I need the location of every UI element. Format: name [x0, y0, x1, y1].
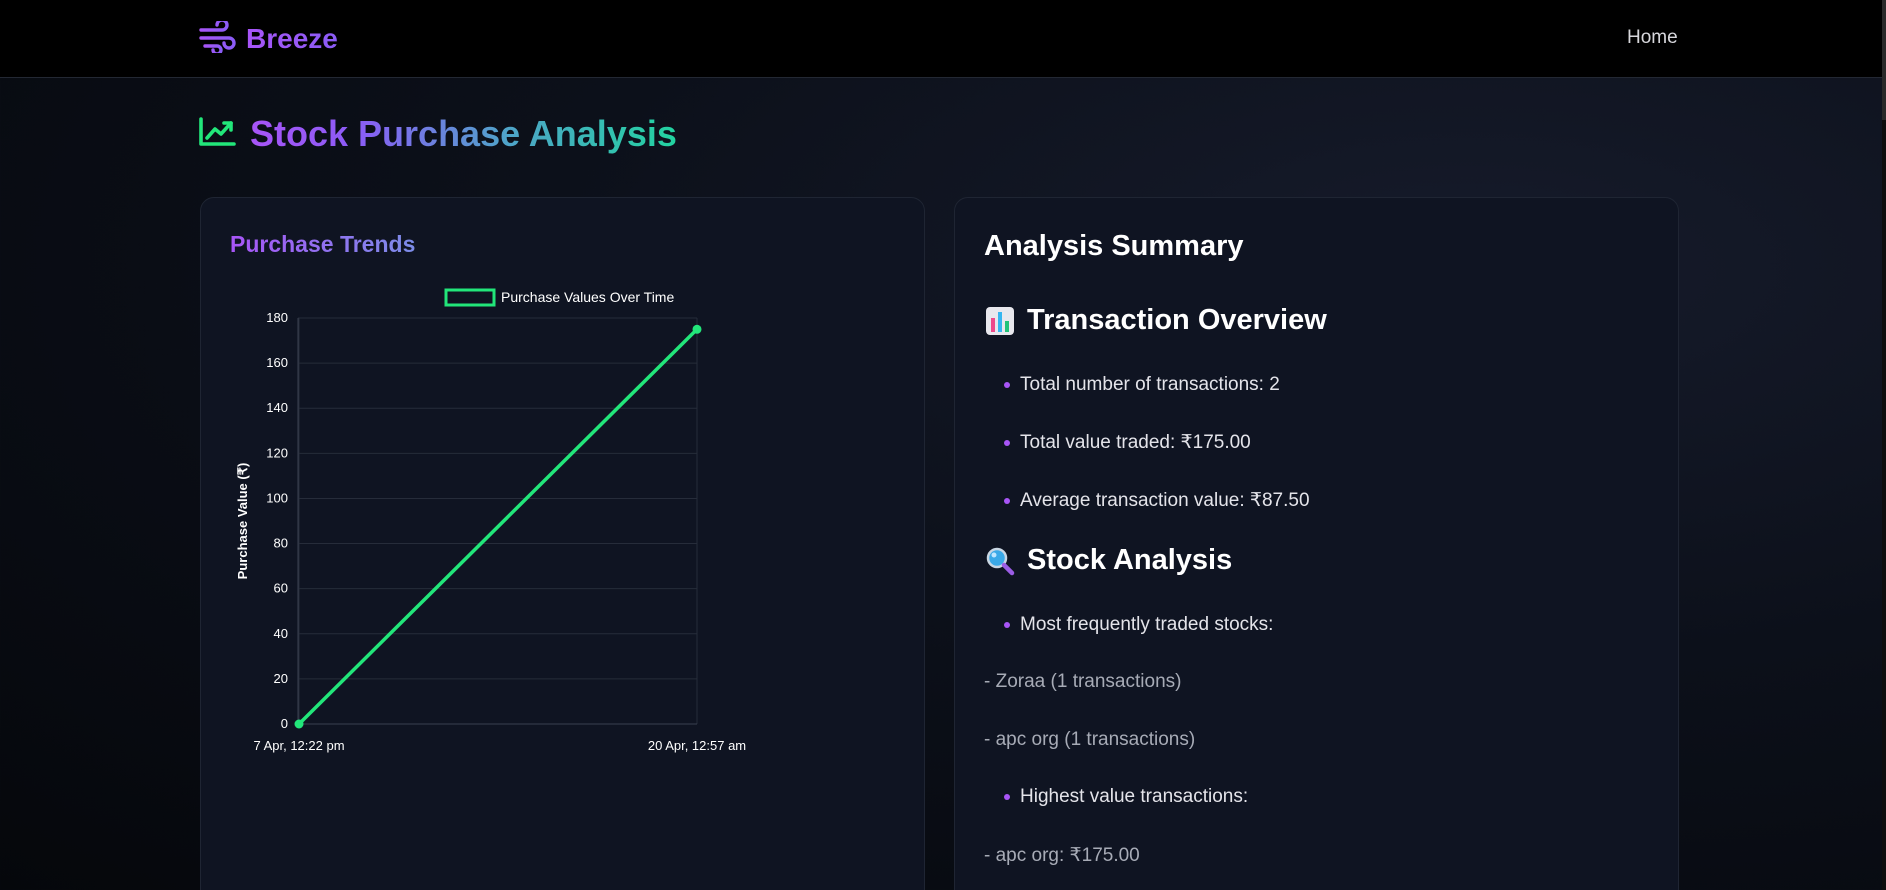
brand-name: Breeze: [246, 23, 338, 54]
overview-average-value: Average transaction value: ₹87.50: [1020, 490, 1310, 511]
y-tick-label: 180: [266, 310, 288, 325]
y-tick-label: 140: [266, 400, 288, 415]
analysis-summary-card: Analysis Summary Transaction Overview To…: [954, 197, 1679, 890]
nav-link-home[interactable]: Home: [1627, 27, 1678, 49]
y-tick-label: 120: [266, 445, 288, 460]
x-tick-label: 7 Apr, 12:22 pm: [253, 738, 344, 753]
page-title-text: Stock Purchase Analysis: [250, 113, 677, 154]
bullet-dot: [1004, 622, 1010, 628]
series-line: [297, 327, 699, 726]
frequent-stock-apc-org: - apc org (1 transactions): [984, 729, 1196, 750]
list-item: Highest value transactions:: [1004, 786, 1248, 808]
scrollbar-track[interactable]: [1882, 0, 1886, 890]
y-tick-label: 0: [281, 716, 288, 731]
list-item: Total number of transactions: 2: [1004, 374, 1280, 396]
highest-value-label: Highest value transactions:: [1020, 786, 1249, 807]
stock-analysis-heading: Stock Analysis: [985, 544, 1232, 577]
list-item: Total value traded: ₹175.00: [1004, 431, 1251, 454]
bullet-dot: [1004, 439, 1010, 446]
legend-swatch: [444, 288, 496, 307]
x-tick-label: 20 Apr, 12:57 am: [648, 738, 746, 753]
list-item: Most frequently traded stocks:: [1004, 614, 1273, 636]
transaction-overview-heading: Transaction Overview: [985, 304, 1327, 337]
analysis-summary-title: Analysis Summary: [984, 230, 1244, 262]
transaction-overview-text: Transaction Overview: [1027, 304, 1327, 336]
purchase-trends-card: Purchase Trends 0 20 40 60 80 100 120 140 160 180…: [200, 197, 925, 890]
data-point: [294, 719, 304, 729]
y-tick-label: 60: [274, 581, 288, 596]
overview-total-transactions: Total number of transactions: 2: [1020, 374, 1280, 395]
bullet-dot: [1004, 497, 1010, 504]
legend-label: Purchase Values Over Time: [501, 289, 674, 305]
y-tick-label: 160: [266, 355, 288, 370]
bar-chart-emoji-icon: [985, 306, 1015, 336]
chart-line-icon: [198, 116, 236, 152]
navbar: Breeze Home: [0, 0, 1882, 78]
frequent-stocks-label: Most frequently traded stocks:: [1020, 614, 1274, 635]
stock-analysis-text: Stock Analysis: [1027, 544, 1233, 576]
y-tick-label: 80: [274, 536, 288, 551]
bullet-dot: [1004, 794, 1010, 800]
scrollbar-thumb[interactable]: [1882, 0, 1886, 120]
purchase-trends-chart[interactable]: 0 20 40 60 80 100 120 140 160 180 7 Apr, 12:22 pm 2…: [201, 198, 926, 818]
frequent-stock-zoraa: - Zoraa (1 transactions): [984, 671, 1182, 692]
y-tick-label: 20: [274, 671, 288, 686]
highest-value-apc-org: - apc org: ₹175.00: [984, 845, 1140, 866]
overview-total-value: Total value traded: ₹175.00: [1020, 432, 1251, 453]
bullet-dot: [1004, 382, 1010, 388]
y-tick-label: 100: [266, 490, 288, 505]
y-tick-label: 40: [274, 626, 288, 641]
data-point: [692, 324, 702, 334]
y-axis-label: Purchase Value (₹): [235, 463, 250, 580]
list-item: Average transaction value: ₹87.50: [1004, 489, 1310, 512]
page-title: Stock Purchase Analysis: [198, 113, 677, 155]
brand-logo[interactable]: Breeze: [198, 17, 338, 58]
magnifier-emoji-icon: [985, 546, 1015, 576]
wind-icon: [198, 17, 236, 58]
